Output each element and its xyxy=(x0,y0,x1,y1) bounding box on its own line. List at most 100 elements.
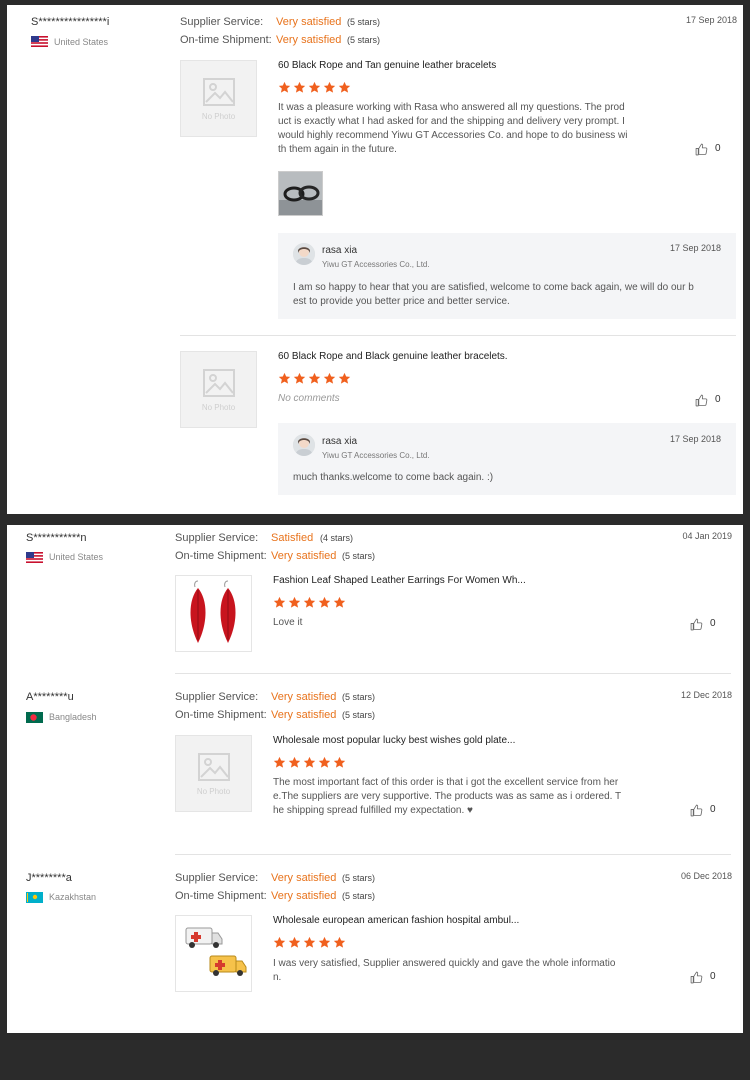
seller-name: rasa xia xyxy=(322,245,358,256)
review-date: 17 Sep 2018 xyxy=(685,15,737,25)
supplier-service-stars: (5 stars) xyxy=(347,17,381,27)
star-icon xyxy=(293,372,306,385)
ambulance-pin-image xyxy=(185,927,247,976)
reply-text: I am so happy to hear that you are satis… xyxy=(293,281,694,309)
star-icon xyxy=(333,936,346,949)
product-title-link[interactable]: 60 Black Rope and Black genuine leather … xyxy=(278,351,508,362)
review-text: I was very satisfied, Supplier answered … xyxy=(273,957,615,985)
product-photo[interactable] xyxy=(175,575,252,652)
seller-avatar xyxy=(293,434,315,456)
reviewer-country: United States xyxy=(49,552,104,562)
seller-company: Yiwu GT Accessories Co., Ltd. xyxy=(322,260,430,269)
star-icon xyxy=(293,81,306,94)
ontime-shipment-rating: Very satisfied xyxy=(271,709,337,721)
star-icon xyxy=(333,596,346,609)
helpful-count: 0 xyxy=(715,394,721,405)
review-text: The most important fact of this order is… xyxy=(273,776,621,818)
product-title-link[interactable]: Fashion Leaf Shaped Leather Earrings For… xyxy=(273,575,526,586)
star-icon xyxy=(338,372,351,385)
ontime-shipment-rating: Very satisfied xyxy=(276,34,342,46)
product-title-link[interactable]: Wholesale european american fashion hosp… xyxy=(273,915,519,926)
star-icon xyxy=(288,596,301,609)
thumbs-up-icon xyxy=(695,143,708,156)
product-photo-placeholder[interactable]: No Photo xyxy=(175,735,252,812)
product-title-link[interactable]: 60 Black Rope and Tan genuine leather br… xyxy=(278,60,496,71)
reply-date: 17 Sep 2018 xyxy=(669,434,721,444)
item-divider xyxy=(180,335,736,336)
review-line: th them again in the future. xyxy=(278,144,397,155)
ontime-shipment-label: On-time Shipment: xyxy=(175,709,267,721)
seller-reply: rasa xia Yiwu GT Accessories Co., Ltd. 1… xyxy=(278,423,736,495)
product-photo-placeholder[interactable]: No Photo xyxy=(180,60,257,137)
supplier-service-rating: Very satisfied xyxy=(271,691,337,703)
helpful-count: 0 xyxy=(715,143,721,154)
photo-placeholder-icon xyxy=(203,78,235,106)
review-line: he shipping spread fulfilled my expectat… xyxy=(273,805,473,816)
star-icon xyxy=(273,756,286,769)
helpful-button[interactable]: 0 xyxy=(695,394,725,408)
seller-reply: rasa xia Yiwu GT Accessories Co., Ltd. 1… xyxy=(278,233,736,319)
ontime-shipment-stars: (5 stars) xyxy=(347,35,381,45)
star-icon xyxy=(318,756,331,769)
no-photo-label: No Photo xyxy=(201,112,236,121)
star-icon xyxy=(303,756,316,769)
product-photo[interactable] xyxy=(175,915,252,992)
star-icon xyxy=(303,596,316,609)
helpful-count: 0 xyxy=(710,971,716,982)
review-text: Love it xyxy=(273,616,302,630)
reviewer-name: A********u xyxy=(26,691,74,703)
review-card-1: S****************i United States Supplie… xyxy=(7,5,743,514)
supplier-service-stars: (4 stars) xyxy=(320,533,354,543)
star-icon xyxy=(273,936,286,949)
helpful-button[interactable]: 0 xyxy=(690,971,720,985)
product-star-rating xyxy=(278,81,351,94)
helpful-button[interactable]: 0 xyxy=(690,804,720,818)
review-line: The most important fact of this order is… xyxy=(273,777,619,788)
us-flag-icon xyxy=(31,36,48,47)
star-icon xyxy=(323,372,336,385)
review-date: 04 Jan 2019 xyxy=(682,531,732,541)
leaf-earrings-image xyxy=(190,580,236,643)
ontime-shipment-rating: Very satisfied xyxy=(271,890,337,902)
photo-placeholder-icon xyxy=(203,369,235,397)
supplier-service-label: Supplier Service: xyxy=(175,691,259,703)
reviewer-country: Kazakhstan xyxy=(49,892,97,902)
star-icon xyxy=(318,936,331,949)
no-comments-text: No comments xyxy=(278,393,340,404)
star-icon xyxy=(308,81,321,94)
thumbs-up-icon xyxy=(690,971,703,984)
us-flag-icon xyxy=(26,552,43,563)
review-line: uct is exactly what I had asked for and … xyxy=(278,116,625,127)
star-icon xyxy=(318,596,331,609)
supplier-service-label: Supplier Service: xyxy=(175,872,259,884)
ontime-shipment-rating: Very satisfied xyxy=(271,550,337,562)
review-line: n. xyxy=(273,972,282,983)
ontime-shipment-label: On-time Shipment: xyxy=(180,34,272,46)
review-attachment-thumbnail[interactable] xyxy=(278,171,323,216)
kazakhstan-flag-icon xyxy=(26,892,43,903)
helpful-button[interactable]: 0 xyxy=(695,143,725,157)
product-title-link[interactable]: Wholesale most popular lucky best wishes… xyxy=(273,735,515,746)
star-icon xyxy=(308,372,321,385)
supplier-service-rating: Satisfied xyxy=(271,532,314,544)
ontime-shipment-label: On-time Shipment: xyxy=(175,550,267,562)
star-icon xyxy=(278,81,291,94)
star-icon xyxy=(338,81,351,94)
no-photo-label: No Photo xyxy=(196,787,231,796)
review-list-panel: S***********n United States Supplier Ser… xyxy=(7,525,743,1033)
star-icon xyxy=(323,81,336,94)
helpful-button[interactable]: 0 xyxy=(690,618,720,632)
seller-name: rasa xia xyxy=(322,436,358,447)
seller-avatar xyxy=(293,243,315,265)
supplier-service-label: Supplier Service: xyxy=(175,532,259,544)
photo-placeholder-icon xyxy=(198,753,230,781)
supplier-service-stars: (5 stars) xyxy=(342,873,376,883)
reviewer-name: J********a xyxy=(26,872,72,884)
ontime-shipment-stars: (5 stars) xyxy=(342,710,376,720)
ontime-shipment-stars: (5 stars) xyxy=(342,551,376,561)
product-photo-placeholder[interactable]: No Photo xyxy=(180,351,257,428)
reply-line: est to provide you better price and bett… xyxy=(293,296,510,307)
supplier-service-label: Supplier Service: xyxy=(180,16,264,28)
supplier-service-stars: (5 stars) xyxy=(342,692,376,702)
product-star-rating xyxy=(278,372,351,385)
